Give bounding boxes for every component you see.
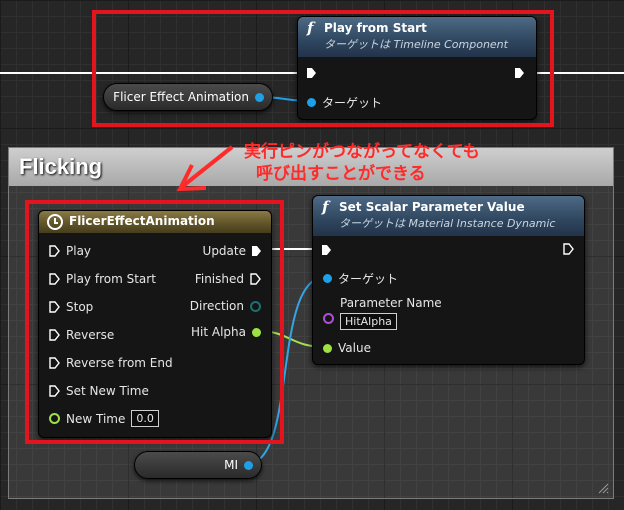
annotation-arrow [176,145,234,192]
annotation-line-1: 実行ピンがつながってなくても [244,142,480,162]
annotation-line-2: 呼び出すことができる [256,164,426,184]
annotation-text: 実行ピンがつながってなくても 呼び出すことができる [244,141,480,185]
